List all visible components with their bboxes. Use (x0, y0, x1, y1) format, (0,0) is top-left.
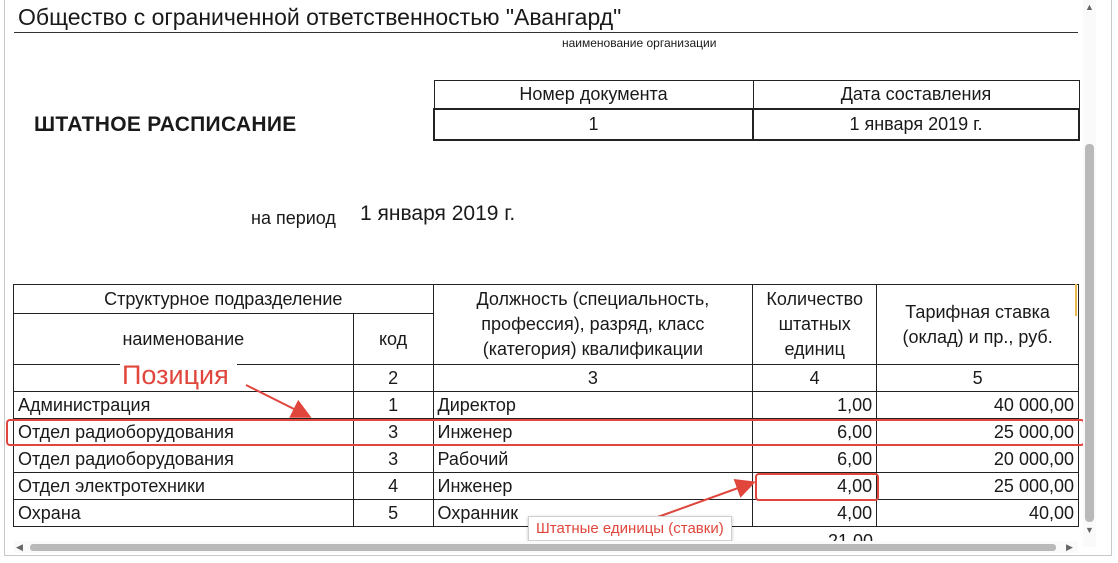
scroll-left-icon[interactable]: ◀ (16, 542, 23, 553)
vertical-scroll-thumb[interactable] (1085, 144, 1094, 522)
units-callout: Штатные единицы (ставки) (528, 516, 732, 541)
annotation-arrows (245, 384, 756, 519)
position-callout: Позиция (120, 360, 237, 391)
units-arrow (654, 479, 756, 519)
scroll-down-icon[interactable]: ▼ (1085, 525, 1094, 535)
position-arrow (245, 384, 312, 418)
horizontal-scroll-thumb[interactable] (30, 544, 1056, 551)
scroll-right-icon[interactable]: ▶ (1066, 542, 1073, 553)
scroll-up-icon[interactable]: ▲ (1085, 2, 1094, 12)
